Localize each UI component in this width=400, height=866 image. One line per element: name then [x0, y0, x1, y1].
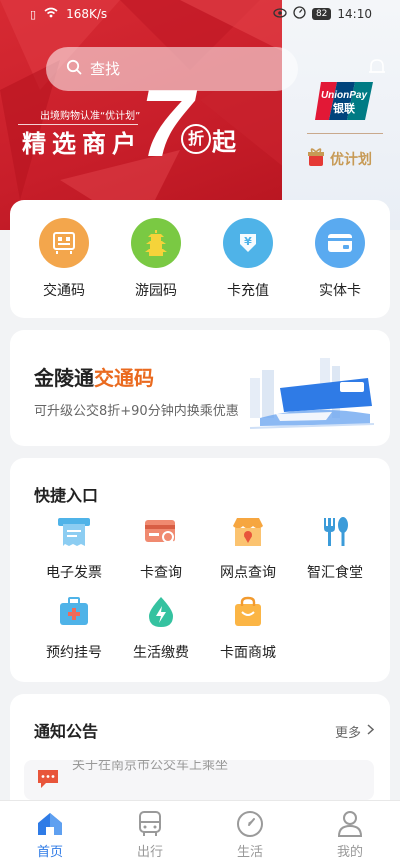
notices-more-link[interactable]: 更多	[334, 722, 375, 741]
svg-text:银联: 银联	[333, 101, 355, 115]
banner-small-text: 出境购物认准“优计划”	[40, 111, 141, 122]
status-bar: ▯ 168K/s 82 14:10	[0, 0, 400, 28]
search-input[interactable]	[90, 60, 270, 78]
banner-headline: 精选商户	[22, 130, 142, 158]
svg-text:UnionPay: UnionPay	[321, 90, 368, 101]
banner-right-divider	[307, 133, 383, 134]
shortcut-label: 卡查询	[140, 565, 182, 581]
invoice-icon	[56, 514, 92, 550]
sim-icon: ▯	[30, 7, 37, 21]
shortcut-card-shop[interactable]: 卡面商城	[208, 594, 288, 662]
pagoda-icon	[131, 218, 181, 268]
quick-action-transit-code[interactable]: 交通码	[24, 218, 104, 300]
user-icon	[300, 809, 400, 839]
bus-icon	[100, 809, 200, 839]
gauge-icon	[293, 6, 306, 22]
home-icon	[0, 809, 100, 839]
shortcut-appointment[interactable]: 预约挂号	[34, 594, 114, 662]
plan-label: 优计划	[330, 152, 372, 168]
clock: 14:10	[337, 7, 372, 21]
wifi-icon	[44, 7, 58, 21]
card-icon	[315, 218, 365, 268]
tab-label: 我的	[336, 845, 363, 860]
notice-item[interactable]: 关于在南京市公交车上乘坐	[24, 760, 374, 800]
promo-title-prefix: 金陵通	[34, 366, 94, 390]
shortcut-label: 预约挂号	[46, 645, 102, 661]
jinlingtong-promo-card[interactable]: 金陵通交通码 可升级公交8折+90分钟内换乘优惠	[10, 330, 390, 446]
message-icon	[36, 768, 60, 794]
svg-text:¥: ¥	[244, 235, 252, 248]
shortcut-outlet-query[interactable]: 网点查询	[208, 514, 288, 582]
store-location-icon	[230, 514, 266, 550]
tab-mine[interactable]: 我的	[300, 801, 400, 866]
shortcut-label: 电子发票	[46, 565, 102, 581]
youjihua-badge: 优计划	[306, 146, 372, 172]
notice-text: 关于在南京市公交车上乘坐	[72, 760, 229, 773]
unionpay-logo: UnionPay 银联	[313, 80, 375, 122]
quick-action-label: 实体卡	[319, 283, 361, 299]
network-speed: 168K/s	[66, 7, 108, 21]
quick-action-physical-card[interactable]: 实体卡	[300, 218, 380, 300]
shortcut-utility-payment[interactable]: 生活缴费	[121, 594, 201, 662]
lightning-drop-icon	[143, 594, 179, 630]
shortcuts-card: 快捷入口 电子发票 卡查询 网点查询 智汇食堂 预约挂号 生活缴费 卡面商城	[10, 458, 390, 682]
medical-kit-icon	[56, 594, 92, 630]
promo-title-highlight: 交通码	[94, 366, 154, 390]
cutlery-icon	[317, 514, 353, 550]
more-label: 更多	[334, 726, 361, 741]
quick-action-card-recharge[interactable]: ¥ 卡充值	[208, 218, 288, 300]
bottom-tab-bar: 首页 出行 生活 我的	[0, 800, 400, 866]
quick-action-label: 交通码	[43, 283, 85, 299]
shortcut-e-invoice[interactable]: 电子发票	[34, 514, 114, 582]
tab-label: 生活	[236, 845, 263, 860]
quick-action-label: 游园码	[135, 283, 177, 299]
tab-label: 出行	[136, 845, 163, 860]
quick-action-label: 卡充值	[227, 283, 269, 299]
battery-indicator: 82	[311, 8, 332, 20]
quick-actions-card: 交通码 游园码 ¥ 卡充值 实体卡	[10, 200, 390, 318]
gift-icon	[306, 146, 326, 172]
tab-travel[interactable]: 出行	[100, 801, 200, 866]
shortcut-label: 网点查询	[220, 565, 276, 581]
banner-badge: 折	[181, 124, 211, 154]
tab-life[interactable]: 生活	[200, 801, 300, 866]
shortcut-smart-canteen[interactable]: 智汇食堂	[295, 514, 375, 582]
shortcuts-title: 快捷入口	[34, 486, 99, 505]
qr-code-icon	[39, 218, 89, 268]
banner-suffix: 起	[212, 128, 236, 156]
search-bar[interactable]	[46, 47, 298, 91]
promo-subtitle: 可升级公交8折+90分钟内换乘优惠	[34, 404, 239, 419]
transit-illustration	[240, 348, 380, 438]
tab-label: 首页	[36, 845, 63, 860]
shortcut-card-query[interactable]: 卡查询	[121, 514, 201, 582]
compass-icon	[200, 809, 300, 839]
quick-action-park-code[interactable]: 游园码	[116, 218, 196, 300]
shortcut-label: 智汇食堂	[307, 565, 363, 581]
card-search-icon	[143, 514, 179, 550]
search-icon	[66, 59, 82, 79]
tab-home[interactable]: 首页	[0, 801, 100, 866]
shortcut-label: 生活缴费	[133, 645, 189, 661]
shopping-bag-icon	[230, 594, 266, 630]
bell-icon[interactable]	[366, 56, 388, 82]
eye-icon	[273, 7, 287, 21]
yuan-download-icon: ¥	[223, 218, 273, 268]
shortcut-label: 卡面商城	[220, 645, 276, 661]
notices-title: 通知公告	[34, 722, 99, 741]
chevron-right-icon	[367, 724, 375, 739]
promo-title: 金陵通交通码	[34, 362, 154, 391]
